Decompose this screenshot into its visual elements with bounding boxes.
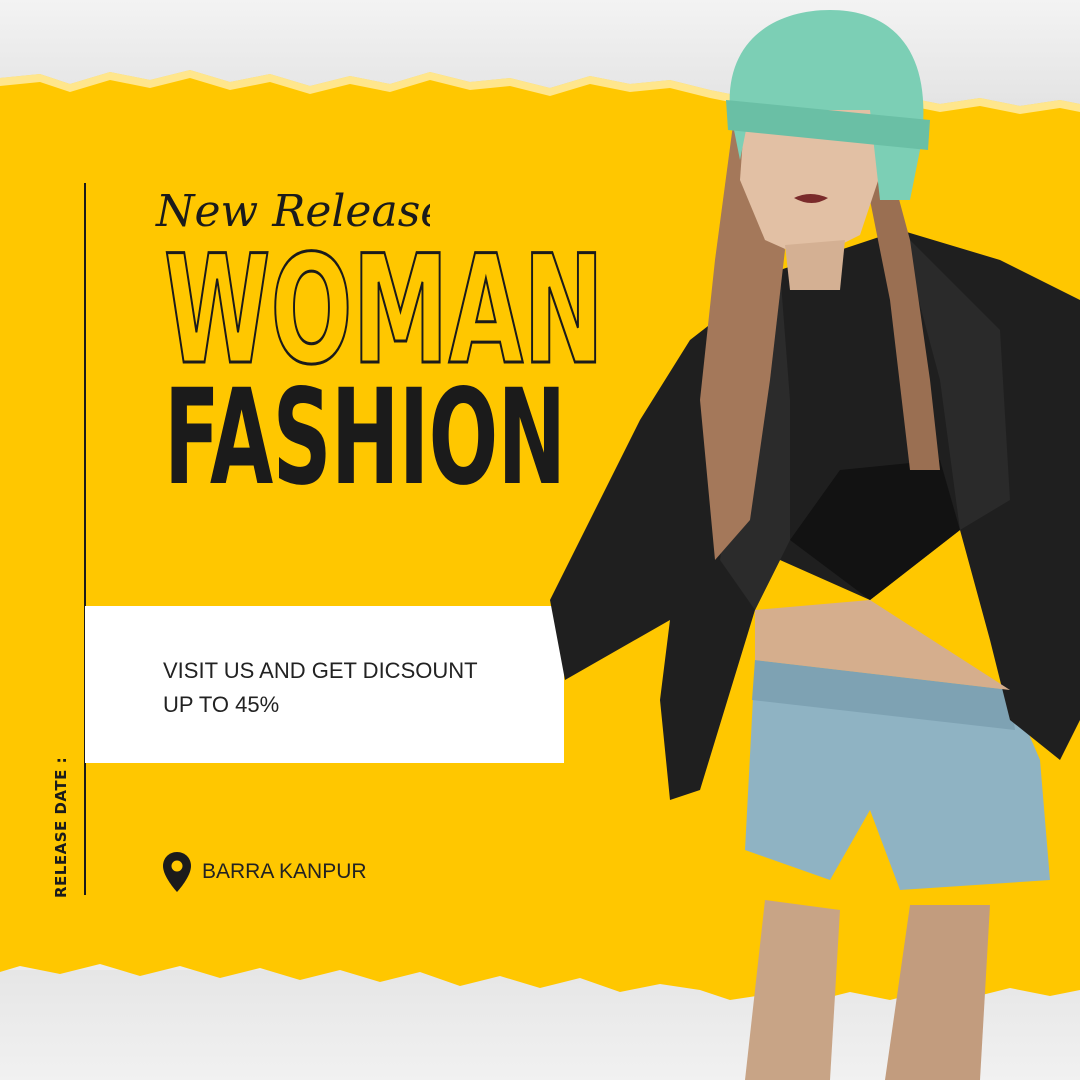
release-date-label: RELEASE DATE : — [52, 756, 70, 898]
title-woman-text: WOMAN — [164, 236, 604, 376]
promo-line-1: VISIT US AND GET DICSOUNT — [163, 658, 478, 683]
location: BARRA KANPUR — [162, 851, 367, 893]
promo-card: VISIT US AND GET DICSOUNT UP TO 45% — [85, 606, 564, 763]
model-photo — [550, 10, 1080, 1080]
vertical-rule — [84, 183, 86, 895]
title-fashion: FASHION — [164, 361, 566, 515]
location-text: BARRA KANPUR — [202, 860, 367, 883]
poster-canvas: New Release WOMAN FASHION VISIT US AND G… — [0, 0, 1080, 1080]
promo-text: VISIT US AND GET DICSOUNT UP TO 45% — [163, 654, 523, 722]
location-pin-icon — [163, 852, 191, 892]
script-heading-text: New Release — [155, 186, 430, 237]
promo-line-2: UP TO 45% — [163, 692, 280, 717]
